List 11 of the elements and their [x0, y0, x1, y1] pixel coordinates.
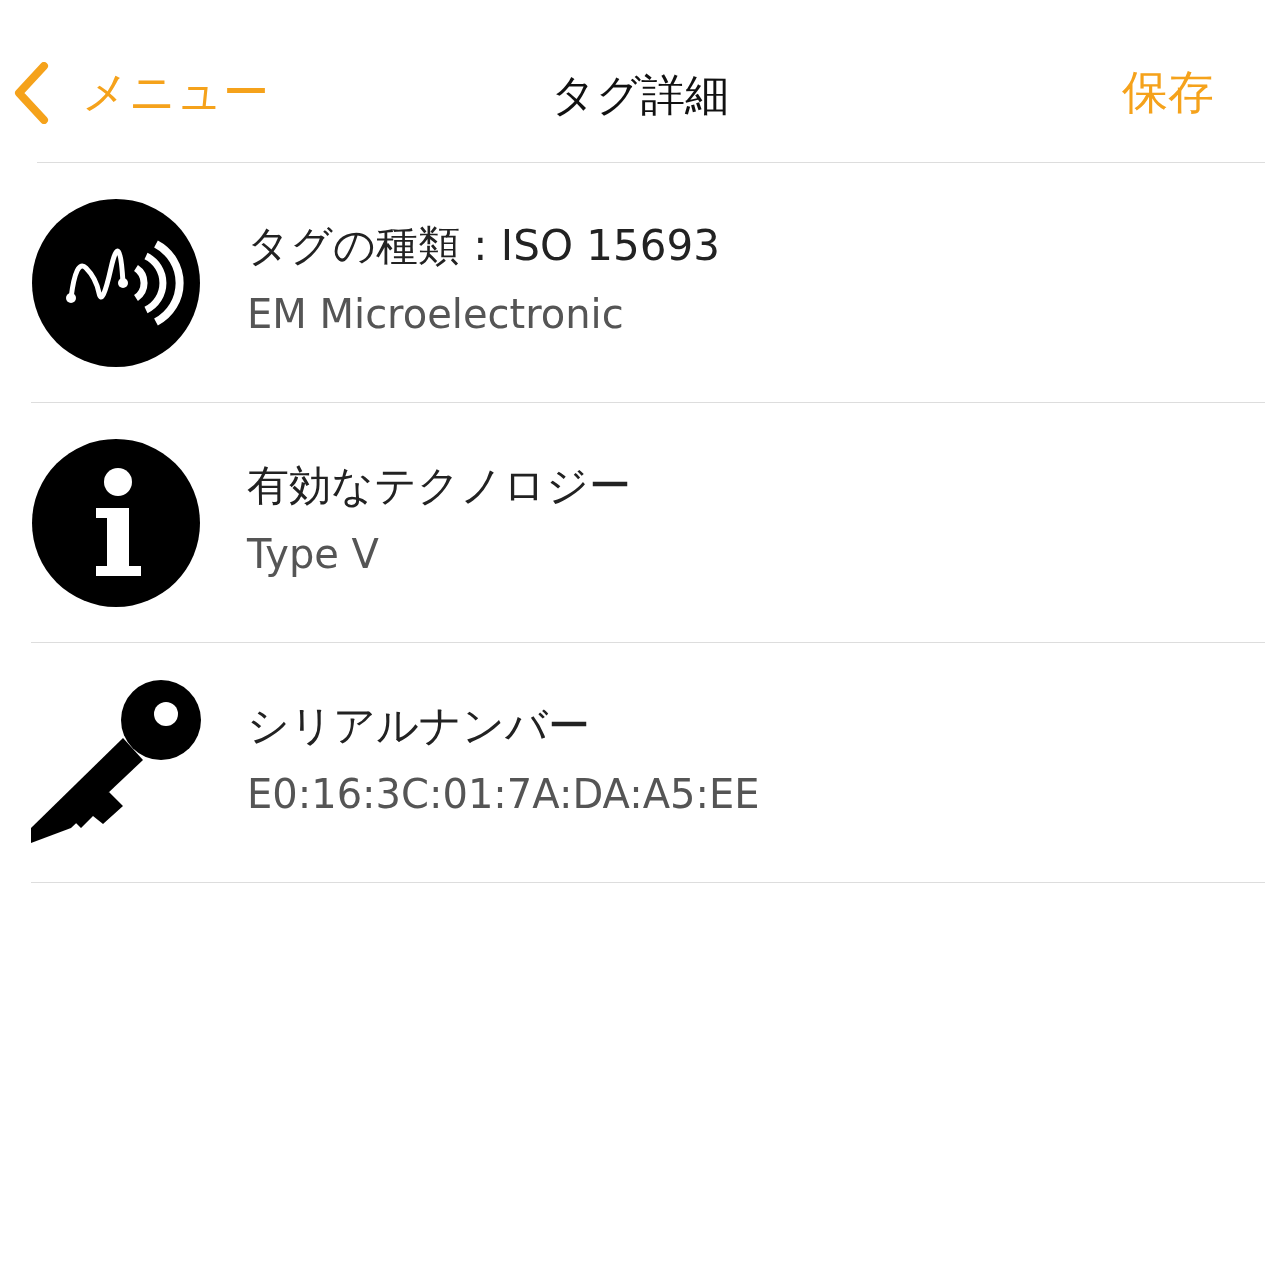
item-value: Type V	[247, 529, 380, 578]
item-value: EM Microelectronic	[247, 289, 625, 338]
info-icon	[31, 437, 201, 608]
item-value: E0:16:3C:01:7A:DA:A5:EE	[247, 769, 760, 818]
save-button[interactable]: 保存	[1122, 58, 1214, 127]
back-button[interactable]: メニュー	[12, 58, 269, 127]
item-title: 有効なテクノロジー	[247, 461, 631, 512]
item-title: シリアルナンバー	[247, 701, 591, 752]
item-title: タグの種類 : ISO 15693	[247, 221, 720, 272]
nfc-wave-icon	[31, 197, 201, 368]
page-title: タグ詳細	[551, 68, 729, 122]
